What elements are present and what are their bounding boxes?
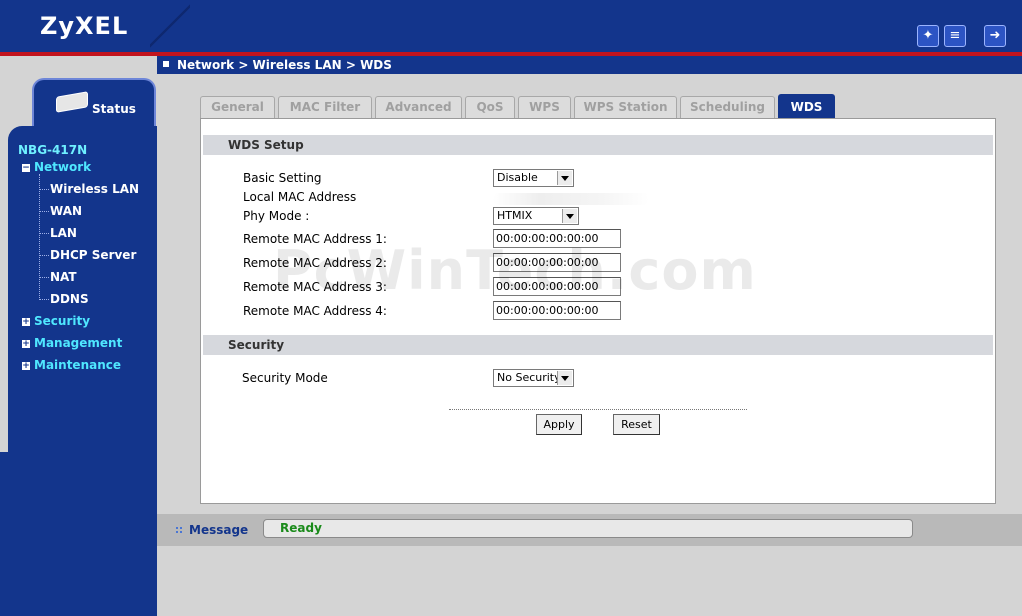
nav-panel-fill: [0, 452, 157, 616]
tree-branch: [39, 299, 49, 300]
phy-mode-label: Phy Mode :: [243, 209, 310, 223]
remote-mac-1-input[interactable]: 00:00:00:00:00:00: [493, 229, 621, 248]
local-mac-label: Local MAC Address: [243, 190, 357, 204]
breadcrumb-bullet-icon: [163, 61, 169, 67]
tab-wps[interactable]: WPS: [518, 96, 571, 118]
collapse-icon[interactable]: −: [22, 164, 30, 173]
sidebar-item-ddns[interactable]: DDNS: [50, 292, 89, 306]
tab-qos[interactable]: QoS: [465, 96, 515, 118]
router-icon: [56, 91, 88, 113]
wds-setup-header: WDS Setup: [203, 135, 993, 155]
logout-icon[interactable]: ➜: [984, 25, 1006, 47]
tree-branch: [39, 255, 49, 256]
sidebar-item-wireless-lan[interactable]: Wireless LAN: [50, 182, 139, 196]
security-mode-select[interactable]: No Security: [493, 369, 574, 387]
app-header: ZyXEL ✦ ≡ ➜: [0, 0, 1022, 52]
expand-icon[interactable]: +: [22, 362, 30, 371]
notes-icon[interactable]: ≡: [944, 25, 966, 47]
expand-icon[interactable]: +: [22, 318, 30, 327]
local-mac-value-redacted: [493, 193, 649, 205]
phy-mode-value: HTMIX: [497, 209, 533, 222]
tab-general[interactable]: General: [200, 96, 275, 118]
settings-panel: WDS Setup Basic Setting Disable Local MA…: [200, 118, 996, 504]
status-bar: Message Ready: [157, 514, 1022, 546]
sidebar-item-network[interactable]: Network: [34, 160, 91, 174]
security-mode-value: No Security: [497, 371, 561, 384]
message-label: Message: [189, 523, 249, 537]
header-decoration: [150, 0, 190, 52]
tab-mac-filter[interactable]: MAC Filter: [278, 96, 372, 118]
remote-mac-4-input[interactable]: 00:00:00:00:00:00: [493, 301, 621, 320]
tab-scheduling[interactable]: Scheduling: [680, 96, 775, 118]
status-tab[interactable]: Status: [32, 78, 156, 126]
expand-icon[interactable]: +: [22, 340, 30, 349]
tree-branch: [39, 189, 49, 190]
chevron-down-icon: [557, 371, 572, 385]
status-text: Ready: [280, 521, 322, 535]
tab-advanced[interactable]: Advanced: [375, 96, 462, 118]
wizard-icon[interactable]: ✦: [917, 25, 939, 47]
tab-wps-station[interactable]: WPS Station: [574, 96, 677, 118]
remote-mac-1-label: Remote MAC Address 1:: [243, 232, 387, 246]
nav-panel: NBG-417N − Network Wireless LAN WAN LAN …: [0, 126, 157, 616]
breadcrumb: Network > Wireless LAN > WDS: [177, 58, 392, 72]
sidebar-item-wan[interactable]: WAN: [50, 204, 82, 218]
message-box: Ready: [263, 519, 913, 538]
remote-mac-4-label: Remote MAC Address 4:: [243, 304, 387, 318]
remote-mac-3-input[interactable]: 00:00:00:00:00:00: [493, 277, 621, 296]
sidebar-item-management[interactable]: Management: [34, 336, 122, 350]
button-divider: [449, 409, 747, 410]
tree-line: [39, 174, 40, 300]
message-icon: [175, 526, 183, 534]
tab-wds[interactable]: WDS: [778, 94, 835, 118]
sidebar-item-maintenance[interactable]: Maintenance: [34, 358, 121, 372]
sidebar: Status NBG-417N − Network Wireless LAN W…: [0, 56, 157, 616]
main-content: General MAC Filter Advanced QoS WPS WPS …: [157, 74, 1022, 514]
device-name: NBG-417N: [18, 143, 88, 157]
zyxel-logo: ZyXEL: [40, 12, 129, 40]
remote-mac-3-label: Remote MAC Address 3:: [243, 280, 387, 294]
security-header: Security: [203, 335, 993, 355]
reset-button[interactable]: Reset: [613, 414, 660, 435]
tree-branch: [39, 233, 49, 234]
security-mode-label: Security Mode: [242, 371, 328, 385]
sidebar-item-security[interactable]: Security: [34, 314, 90, 328]
remote-mac-2-label: Remote MAC Address 2:: [243, 256, 387, 270]
basic-setting-select[interactable]: Disable: [493, 169, 574, 187]
basic-setting-value: Disable: [497, 171, 538, 184]
remote-mac-2-input[interactable]: 00:00:00:00:00:00: [493, 253, 621, 272]
breadcrumb-bar: Network > Wireless LAN > WDS: [157, 56, 1022, 74]
phy-mode-select[interactable]: HTMIX: [493, 207, 579, 225]
tree-branch: [39, 211, 49, 212]
sidebar-item-lan[interactable]: LAN: [50, 226, 77, 240]
sidebar-item-dhcp-server[interactable]: DHCP Server: [50, 248, 136, 262]
chevron-down-icon: [557, 171, 572, 185]
basic-setting-label: Basic Setting: [243, 171, 322, 185]
apply-button[interactable]: Apply: [536, 414, 582, 435]
tree-branch: [39, 277, 49, 278]
status-tab-label: Status: [92, 102, 136, 116]
sidebar-item-nat[interactable]: NAT: [50, 270, 77, 284]
chevron-down-icon: [562, 209, 577, 223]
